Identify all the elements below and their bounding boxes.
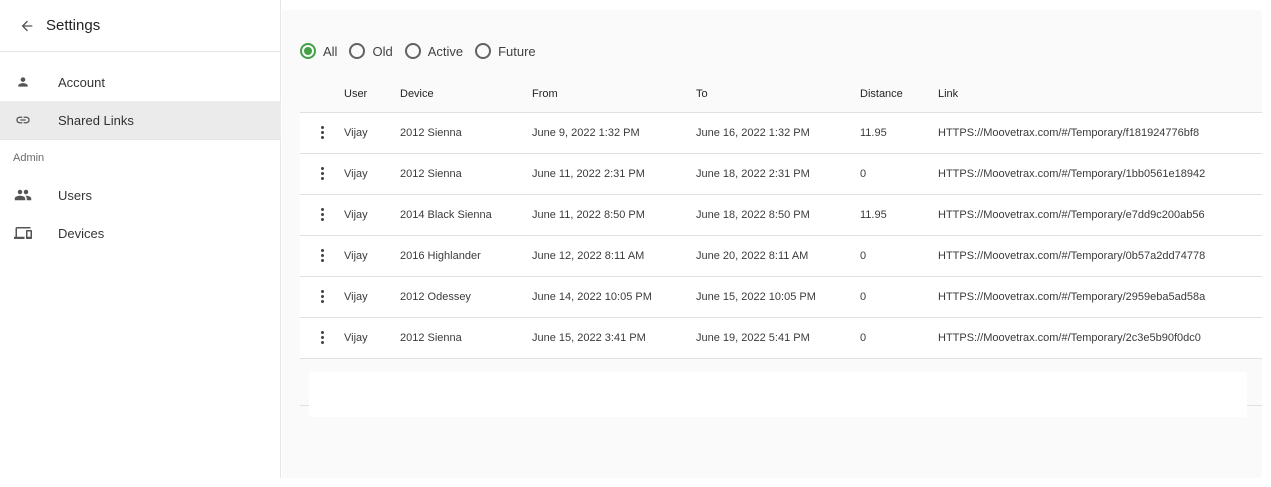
more-vert-icon[interactable] — [314, 287, 330, 307]
person-icon — [13, 72, 33, 92]
sidebar-item-account[interactable]: Account — [0, 63, 281, 101]
cell-to: June 16, 2022 1:32 PM — [696, 112, 860, 154]
header-from[interactable]: From — [532, 76, 696, 113]
radio-unchecked-icon — [475, 43, 492, 59]
cell-link[interactable]: HTTPS://Moovetrax.com/#/Temporary/e7dd9c… — [938, 209, 1205, 221]
filter-all-radio[interactable]: All — [300, 43, 337, 59]
filter-old-radio[interactable]: Old — [349, 43, 393, 59]
sidebar-divider — [0, 139, 281, 140]
cell-distance: 0 — [860, 317, 938, 359]
sidebar-header: Settings — [0, 0, 280, 52]
cell-user: Vijay — [344, 112, 400, 154]
sidebar-item-devices[interactable]: Devices — [0, 214, 281, 252]
cell-distance: 0 — [860, 276, 938, 318]
cell-link[interactable]: HTTPS://Moovetrax.com/#/Temporary/2959eb… — [938, 291, 1205, 303]
shared-links-panel: All Old Active Future User Device From T… — [282, 10, 1262, 478]
header-actions — [300, 76, 344, 113]
table-row: Vijay 2012 Sienna June 15, 2022 3:41 PM … — [300, 317, 1262, 359]
people-icon — [13, 185, 33, 205]
header-link[interactable]: Link — [938, 76, 1262, 113]
sidebar-item-label: Account — [58, 74, 105, 90]
more-vert-icon[interactable] — [314, 123, 330, 143]
cell-link[interactable]: HTTPS://Moovetrax.com/#/Temporary/2c3e5b… — [938, 332, 1201, 344]
cell-user: Vijay — [344, 194, 400, 236]
cell-to: June 19, 2022 5:41 PM — [696, 317, 860, 359]
cell-from: June 14, 2022 10:05 PM — [532, 276, 696, 318]
sidebar-item-users[interactable]: Users — [0, 176, 281, 214]
cell-device: 2016 Highlander — [400, 235, 532, 277]
header-device[interactable]: Device — [400, 76, 532, 113]
cell-user: Vijay — [344, 276, 400, 318]
cell-device: 2012 Sienna — [400, 317, 532, 359]
more-vert-icon[interactable] — [314, 328, 330, 348]
cell-from: June 12, 2022 8:11 AM — [532, 235, 696, 277]
link-icon — [13, 110, 33, 130]
radio-unchecked-icon — [404, 43, 421, 59]
cell-link[interactable]: HTTPS://Moovetrax.com/#/Temporary/f18192… — [938, 127, 1199, 139]
cell-from: June 9, 2022 1:32 PM — [532, 112, 696, 154]
header-distance[interactable]: Distance — [860, 76, 938, 113]
header-user[interactable]: User — [344, 76, 400, 113]
cell-device: 2012 Sienna — [400, 153, 532, 195]
cell-user: Vijay — [344, 153, 400, 195]
sidebar-item-label: Devices — [58, 225, 105, 241]
table-row: Vijay 2012 Sienna June 11, 2022 2:31 PM … — [300, 153, 1262, 195]
table-row: Vijay 2012 Sienna June 9, 2022 1:32 PM J… — [300, 112, 1262, 154]
radio-label: Future — [498, 43, 536, 59]
radio-label: Active — [427, 43, 464, 59]
table-row: Vijay 2014 Black Sienna June 11, 2022 8:… — [300, 194, 1262, 236]
sidebar-item-label: Users — [58, 187, 92, 203]
sidebar-item-label: Shared Links — [58, 112, 134, 128]
table-row: Vijay 2016 Highlander June 12, 2022 8:11… — [300, 235, 1262, 277]
cell-distance: 0 — [860, 235, 938, 277]
devices-icon — [13, 223, 33, 243]
back-arrow-icon[interactable] — [16, 15, 38, 37]
cell-device: 2014 Black Sienna — [400, 194, 532, 236]
radio-label: All — [323, 43, 338, 59]
sidebar-item-shared-links[interactable]: Shared Links — [0, 101, 281, 139]
cell-user: Vijay — [344, 235, 400, 277]
radio-checked-icon — [300, 43, 316, 59]
cell-to: June 15, 2022 10:05 PM — [696, 276, 860, 318]
table-row: Vijay 2012 Odessey June 14, 2022 10:05 P… — [300, 276, 1262, 318]
cell-link[interactable]: HTTPS://Moovetrax.com/#/Temporary/0b57a2… — [938, 250, 1205, 262]
cell-distance: 0 — [860, 153, 938, 195]
more-vert-icon[interactable] — [314, 164, 330, 184]
radio-label: Old — [372, 43, 393, 59]
cell-to: June 20, 2022 8:11 AM — [696, 235, 860, 277]
more-vert-icon[interactable] — [314, 246, 330, 266]
filter-future-radio[interactable]: Future — [475, 43, 536, 59]
shared-links-table: User Device From To Distance Link Vijay … — [300, 76, 1262, 359]
table-footer-area — [309, 372, 1247, 417]
cell-to: June 18, 2022 8:50 PM — [696, 194, 860, 236]
cell-device: 2012 Odessey — [400, 276, 532, 318]
table-header-row: User Device From To Distance Link — [300, 76, 1262, 113]
filter-active-radio[interactable]: Active — [404, 43, 464, 59]
settings-sidebar: Settings Account Shared Links Admin User… — [0, 0, 281, 478]
more-vert-icon[interactable] — [314, 205, 330, 225]
sidebar-section-admin: Admin — [13, 152, 45, 164]
filter-radio-group: All Old Active Future — [300, 43, 548, 59]
cell-user: Vijay — [344, 317, 400, 359]
cell-device: 2012 Sienna — [400, 112, 532, 154]
cell-to: June 18, 2022 2:31 PM — [696, 153, 860, 195]
cell-from: June 11, 2022 8:50 PM — [532, 194, 696, 236]
radio-unchecked-icon — [349, 43, 366, 59]
cell-distance: 11.95 — [860, 194, 938, 236]
cell-link[interactable]: HTTPS://Moovetrax.com/#/Temporary/1bb056… — [938, 168, 1205, 180]
cell-from: June 11, 2022 2:31 PM — [532, 153, 696, 195]
header-to[interactable]: To — [696, 76, 860, 113]
cell-distance: 11.95 — [860, 112, 938, 154]
cell-from: June 15, 2022 3:41 PM — [532, 317, 696, 359]
sidebar-title: Settings — [46, 17, 101, 34]
